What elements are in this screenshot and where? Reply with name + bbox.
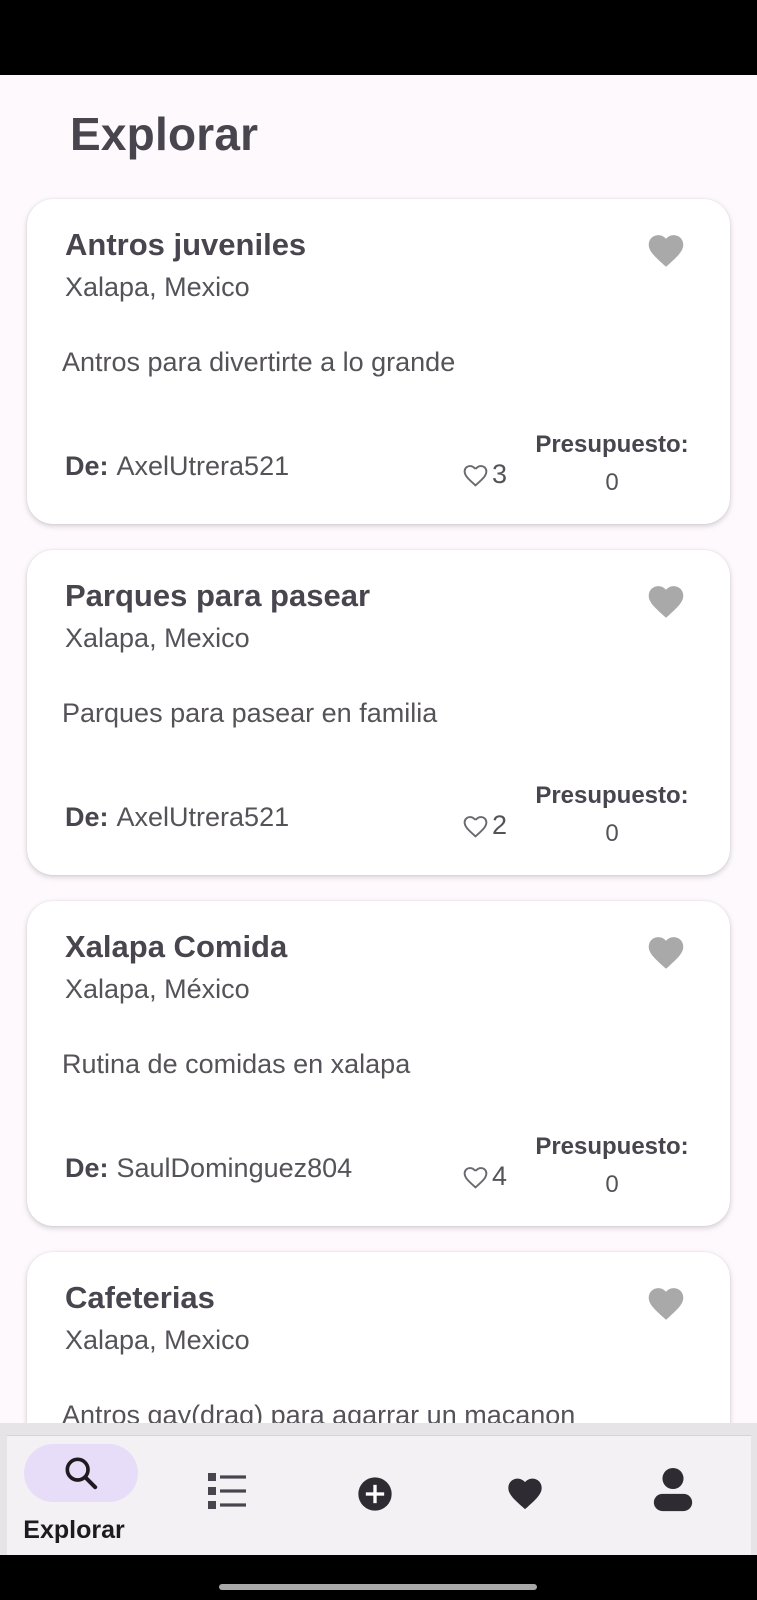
bottom-navigation-bar: Explorar — [7, 1435, 751, 1555]
likes-value: 3 — [492, 458, 508, 489]
add-circle-icon — [353, 1472, 397, 1516]
author-username[interactable]: SaulDominguez804 — [117, 1153, 353, 1183]
likes-value: 4 — [492, 1160, 508, 1191]
budget-value: 0 — [605, 1171, 619, 1198]
favorite-button[interactable] — [644, 931, 688, 971]
person-icon — [649, 1464, 697, 1516]
status-bar — [0, 0, 757, 75]
nav-label-explorar: Explorar — [23, 1516, 125, 1544]
budget-label: Presupuesto: — [535, 782, 689, 809]
explore-screen: Explorar Antros juveniles Xalapa, Mexico… — [0, 75, 757, 1555]
likes-count: 2 — [461, 808, 507, 842]
heart-icon — [648, 586, 684, 618]
plan-title: Xalapa Comida — [65, 929, 288, 964]
plan-author: De: SaulDominguez804 — [65, 1153, 352, 1184]
plan-location: Xalapa, Mexico — [65, 272, 250, 302]
budget-label: Presupuesto: — [535, 1133, 689, 1160]
plan-card[interactable]: Xalapa Comida Xalapa, México Rutina de c… — [27, 901, 730, 1226]
plan-location: Xalapa, México — [65, 974, 250, 1004]
nav-item-explorar[interactable]: Explorar — [7, 1436, 147, 1555]
nav-active-indicator — [24, 1444, 138, 1502]
heart-icon — [648, 937, 684, 969]
heart-icon — [648, 1288, 684, 1320]
plan-location: Xalapa, Mexico — [65, 623, 250, 653]
page-title: Explorar — [70, 108, 259, 160]
plan-description: Parques para pasear en familia — [62, 698, 438, 728]
plan-description: Antros para divertirte a lo grande — [62, 347, 456, 377]
likes-value: 2 — [492, 809, 508, 840]
search-icon — [65, 1457, 98, 1490]
plan-title: Cafeterias — [65, 1280, 215, 1315]
favorite-button[interactable] — [644, 229, 688, 269]
plan-card[interactable]: Cafeterias Xalapa, Mexico Antros gay(dra… — [27, 1252, 730, 1423]
budget-value: 0 — [605, 820, 619, 847]
author-label: De: — [65, 1153, 109, 1183]
gesture-handle[interactable] — [219, 1584, 537, 1590]
likes-count: 4 — [461, 1159, 507, 1193]
author-username[interactable]: AxelUtrera521 — [117, 802, 290, 832]
heart-icon — [503, 1470, 547, 1514]
heart-icon — [648, 235, 684, 267]
plans-feed[interactable]: Explorar Antros juveniles Xalapa, Mexico… — [0, 75, 757, 1423]
plan-title: Antros juveniles — [65, 227, 307, 262]
author-username[interactable]: AxelUtrera521 — [117, 451, 290, 481]
heart-outline-icon — [463, 464, 488, 487]
plan-budget: Presupuesto: 0 — [527, 782, 697, 848]
author-label: De: — [65, 802, 109, 832]
favorite-button[interactable] — [644, 1282, 688, 1322]
author-label: De: — [65, 451, 109, 481]
plan-budget: Presupuesto: 0 — [527, 431, 697, 497]
favorite-button[interactable] — [644, 580, 688, 620]
bottom-navigation: Explorar — [0, 1423, 757, 1555]
plan-title: Parques para pasear — [65, 578, 371, 613]
heart-outline-icon — [463, 1166, 488, 1189]
list-icon — [203, 1466, 253, 1516]
plan-author: De: AxelUtrera521 — [65, 802, 289, 833]
budget-value: 0 — [605, 469, 619, 496]
heart-outline-icon — [463, 815, 488, 838]
likes-count: 3 — [461, 457, 507, 491]
plan-description: Antros gay(drag) para agarrar un macanon — [62, 1400, 576, 1423]
nav-item-list[interactable] — [173, 1436, 293, 1555]
plan-description: Rutina de comidas en xalapa — [62, 1049, 411, 1079]
nav-item-add[interactable] — [323, 1436, 443, 1555]
plan-budget: Presupuesto: 0 — [527, 1133, 697, 1199]
plan-card[interactable]: Antros juveniles Xalapa, Mexico Antros p… — [27, 199, 730, 524]
plan-location: Xalapa, Mexico — [65, 1325, 250, 1355]
budget-label: Presupuesto: — [535, 431, 689, 458]
nav-item-profile[interactable] — [621, 1436, 741, 1555]
plan-author: De: AxelUtrera521 — [65, 451, 289, 482]
plan-card[interactable]: Parques para pasear Xalapa, Mexico Parqu… — [27, 550, 730, 875]
nav-item-favorites[interactable] — [473, 1436, 593, 1555]
